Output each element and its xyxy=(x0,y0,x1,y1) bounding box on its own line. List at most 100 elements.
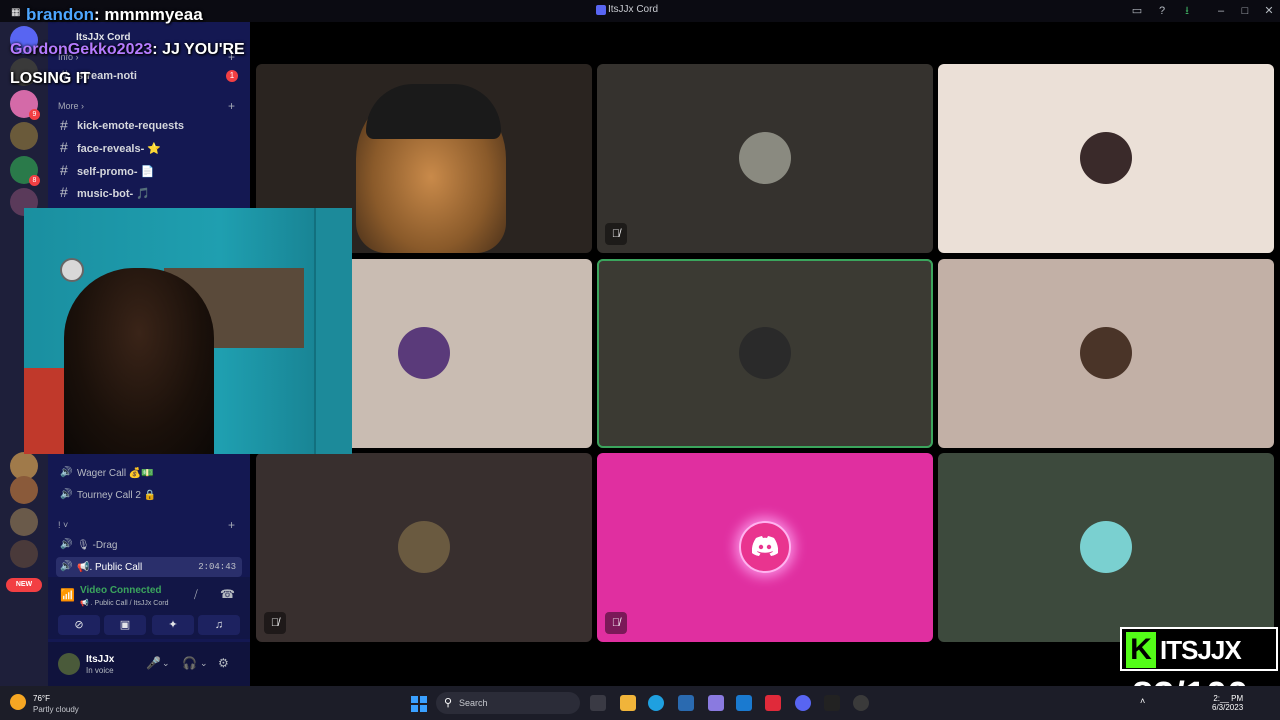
channel-name: ITSJJX xyxy=(1160,635,1242,665)
app-icon[interactable] xyxy=(765,695,781,711)
weather-icon[interactable] xyxy=(10,694,26,710)
chevron-down-icon[interactable]: ⌄ xyxy=(162,658,170,669)
streamer-webcam xyxy=(24,208,352,454)
speaker-icon: 🔊 xyxy=(60,489,73,500)
disconnect-icon[interactable]: ☎ xyxy=(220,587,235,601)
chat-message: GordonGekko2023: JJ YOU'RE LOSING IT xyxy=(10,41,245,87)
headphones-icon[interactable]: 🎧 xyxy=(182,656,197,670)
user-panel: ItsJJx In voice 🎤 ⌄ 🎧 ⌄ ⚙ xyxy=(48,642,250,686)
voice-channel-tourney-call-2[interactable]: 🔊 Tourney Call 2 🔒 xyxy=(56,485,242,505)
epic-games-icon[interactable] xyxy=(824,695,840,711)
category-bang[interactable]: ! ˅ + xyxy=(58,518,235,532)
avatar xyxy=(1080,521,1132,573)
voice-channel-drag[interactable]: 🔊 🎙 -Drag xyxy=(56,535,242,555)
speaker-icon: 🔊 xyxy=(60,467,73,478)
server-icon[interactable] xyxy=(10,476,38,504)
voice-channel-public-call[interactable]: 🔊 📢. Public Call 2:04:43 xyxy=(56,557,242,577)
call-timer: 2:04:43 xyxy=(198,562,236,572)
soundboard-button[interactable]: ♫ xyxy=(198,615,240,635)
server-icon[interactable]: 8 xyxy=(10,156,40,186)
noise-suppression-icon[interactable]: ⧸ xyxy=(194,589,198,602)
start-button[interactable] xyxy=(411,696,427,712)
maximize-icon[interactable]: □ xyxy=(1238,4,1252,18)
voice-channel-wager-call[interactable]: 🔊 Wager Call 💰💵 xyxy=(56,463,242,483)
add-channel-icon[interactable]: + xyxy=(228,99,235,113)
avatar xyxy=(1080,132,1132,184)
chat-message: brandon: mmmmyeaa xyxy=(26,5,203,24)
channel-kick-emote-requests[interactable]: # kick-emote-requests xyxy=(48,116,250,136)
server-icon[interactable]: 9 xyxy=(10,90,40,120)
username[interactable]: ItsJJx xyxy=(86,654,114,665)
voice-location[interactable]: 📢 . Public Call / ItsJJx Cord xyxy=(80,599,168,607)
minimize-icon[interactable]: – xyxy=(1214,4,1228,18)
category-more[interactable]: More › + xyxy=(58,99,235,113)
app-icon[interactable] xyxy=(678,695,694,711)
server-icon[interactable] xyxy=(10,540,38,568)
voice-status[interactable]: Video Connected xyxy=(80,585,162,596)
camera-off-icon: ⊘ xyxy=(74,619,84,631)
weather-temp[interactable]: 76°F xyxy=(33,694,50,703)
search-icon: ⚲ xyxy=(444,697,453,709)
add-channel-icon[interactable]: + xyxy=(228,518,235,532)
hash-icon: # xyxy=(60,162,68,178)
app-icon xyxy=(596,5,606,15)
video-tile[interactable]: 🎙̸ xyxy=(597,453,933,642)
chevron-down-icon[interactable]: ⌄ xyxy=(200,658,208,669)
mention-badge: 8 xyxy=(29,175,40,186)
server-icon[interactable] xyxy=(10,122,38,150)
app-icon[interactable] xyxy=(708,695,724,711)
user-status: In voice xyxy=(86,666,114,675)
avatar xyxy=(398,521,450,573)
avatar xyxy=(1080,327,1132,379)
mic-muted-icon: 🎙̸ xyxy=(264,612,286,634)
help-icon[interactable]: ? xyxy=(1155,4,1169,18)
activities-button[interactable]: ✦ xyxy=(152,615,194,635)
discord-taskbar-icon[interactable] xyxy=(795,695,811,711)
task-view-icon[interactable] xyxy=(590,695,606,711)
server-icon[interactable] xyxy=(10,508,38,536)
kick-branding: K ITSJJX xyxy=(1120,627,1278,671)
video-tile[interactable]: 🎙̸ xyxy=(256,453,592,642)
screen-share-button[interactable]: ▣ xyxy=(104,615,146,635)
app-icon[interactable] xyxy=(853,695,869,711)
inbox-icon[interactable]: ▭ xyxy=(1130,4,1144,18)
avatar[interactable] xyxy=(58,653,80,675)
screen-share-icon: ▣ xyxy=(119,619,131,631)
avatar xyxy=(739,132,791,184)
avatar xyxy=(398,327,450,379)
chevron-up-icon[interactable]: ˄ xyxy=(1140,696,1145,706)
speaker-icon: 🔊 xyxy=(60,539,73,550)
video-tile[interactable]: 🎙̸ xyxy=(597,64,933,253)
window-title: ItsJJx Cord xyxy=(608,4,659,15)
video-tile-speaking[interactable] xyxy=(597,259,933,448)
video-tile[interactable] xyxy=(938,64,1274,253)
system-clock[interactable]: 2:__ PM 6/3/2023 xyxy=(1212,694,1243,712)
signal-icon[interactable]: 📶 xyxy=(60,588,75,602)
hash-icon: # xyxy=(60,139,68,155)
download-icon[interactable]: ⭳ xyxy=(1180,4,1194,18)
microphone-icon[interactable]: 🎤 xyxy=(146,656,161,670)
activities-icon: ✦ xyxy=(168,619,178,631)
video-tile[interactable] xyxy=(938,453,1274,642)
edge-icon[interactable] xyxy=(648,695,664,711)
discord-logo-icon xyxy=(739,521,791,573)
weather-desc[interactable]: Partly cloudy xyxy=(33,705,79,714)
camera-button[interactable]: ⊘ xyxy=(58,615,100,635)
avatar xyxy=(739,327,791,379)
file-explorer-icon[interactable] xyxy=(620,695,636,711)
channel-face-reveals[interactable]: # face-reveals- ⭐ xyxy=(48,138,250,158)
mic-muted-icon: 🎙̸ xyxy=(605,223,627,245)
store-icon[interactable] xyxy=(736,695,752,711)
hash-icon: # xyxy=(60,117,68,133)
hash-icon: # xyxy=(60,184,68,200)
webcam-door xyxy=(314,208,352,454)
close-icon[interactable]: ✕ xyxy=(1262,4,1276,18)
video-tile[interactable] xyxy=(938,259,1274,448)
search-box[interactable]: ⚲ Search xyxy=(436,692,580,714)
gear-icon[interactable]: ⚙ xyxy=(218,656,229,670)
channel-music-bot[interactable]: # music-bot- 🎵 xyxy=(48,183,250,203)
channel-self-promo[interactable]: # self-promo- 📄 xyxy=(48,161,250,181)
participant-cap xyxy=(366,84,501,139)
mention-badge: 9 xyxy=(29,109,40,120)
kick-logo: K xyxy=(1126,632,1156,668)
